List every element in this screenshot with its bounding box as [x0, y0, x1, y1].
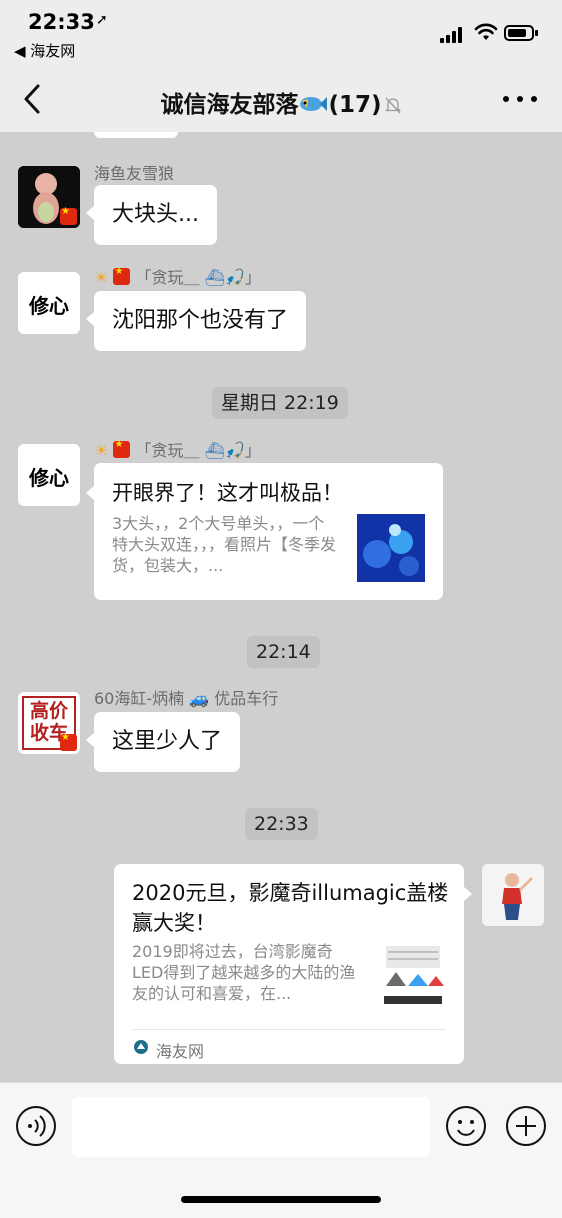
- signal-icon: [440, 27, 466, 43]
- voice-icon[interactable]: [15, 1105, 57, 1147]
- message-bubble[interactable]: 大块头...: [86, 185, 217, 245]
- card-description: 2019即将过去，台湾影魔奇LED得到了越来越多的大陆的渔友的认可和喜爱，在..…: [132, 942, 356, 1003]
- avatar-image: [482, 864, 544, 926]
- time-separator: 22:14: [247, 636, 320, 668]
- avatar-logo-text: 修心: [29, 466, 69, 490]
- card-title: 2020元旦，影魔奇illumagic盖楼赢大奖！: [132, 881, 449, 935]
- group-name: 诚信海友部落: [160, 92, 299, 118]
- status-bar: 22:33 ➚ ◀ 海友网: [0, 0, 562, 66]
- partial-message-bubble: [94, 132, 178, 138]
- message-bubble[interactable]: 这里少人了: [85, 712, 241, 772]
- message-input[interactable]: [72, 1097, 430, 1157]
- china-flag-icon: [113, 266, 131, 285]
- avatar-logo-text: 修心: [29, 294, 69, 318]
- sender-name: 60海缸-炳楠 🚙 优品车行: [94, 685, 278, 709]
- sun-emoji-icon: ☀: [94, 268, 109, 287]
- wifi-icon: [474, 23, 498, 40]
- sender-name-text: 「贪玩＿: [135, 441, 200, 460]
- link-card[interactable]: 开眼界了！这才叫极品！ 3大头，，2个大号单头，，一个特大头双连，，，看照片【冬…: [86, 463, 443, 600]
- source-logo-icon: [134, 1040, 148, 1054]
- avatar[interactable]: [482, 864, 544, 926]
- sender-name-text: 60海缸-炳楠: [94, 689, 185, 708]
- mute-bell-icon: [384, 97, 401, 114]
- time-separator: 星期日 22:19: [212, 387, 348, 419]
- car-emoji-icon: 🚙: [189, 689, 210, 708]
- china-flag-icon: [113, 439, 131, 458]
- china-flag-icon: [60, 206, 77, 225]
- emoji-icon[interactable]: [445, 1105, 487, 1147]
- more-icon[interactable]: [503, 96, 539, 104]
- plus-icon[interactable]: [505, 1105, 547, 1147]
- boat-emoji-icon: ⛴: [204, 441, 225, 460]
- fish-emoji-icon: [300, 97, 328, 111]
- chat-area[interactable]: 海鱼友雪狼 大块头... 修心 ☀ 「贪玩＿ ⛴🎣」 沈阳那个也没有了 星期日 …: [0, 132, 562, 1082]
- card-description: 3大头，，2个大号单头，，一个特大头双连，，，看照片【冬季发货，包装大，...: [112, 514, 337, 575]
- back-to-app-link[interactable]: ◀ 海友网: [14, 40, 75, 61]
- avatar[interactable]: 高价收车: [18, 692, 80, 754]
- china-flag-icon: [60, 732, 77, 751]
- boat-emoji-icon: ⛴: [204, 268, 225, 287]
- location-arrow-icon: ➚: [96, 12, 108, 28]
- avatar[interactable]: [18, 166, 80, 228]
- sender-name: ☀ 「贪玩＿ ⛴🎣」: [94, 264, 261, 288]
- sender-name-text: 「贪玩＿: [135, 268, 200, 287]
- card-title: 开眼界了！这才叫极品！: [112, 481, 343, 505]
- avatar[interactable]: 修心: [18, 444, 80, 506]
- nav-bar: 诚信海友部落 (17): [0, 66, 562, 132]
- status-time: 22:33: [28, 10, 95, 34]
- sun-emoji-icon: ☀: [94, 441, 109, 460]
- sender-name-suffix: 优品车行: [214, 689, 279, 708]
- card-divider: [132, 1029, 446, 1030]
- chat-title: 诚信海友部落 (17): [0, 85, 562, 119]
- card-thumbnail: [357, 514, 425, 582]
- link-card[interactable]: 2020元旦，影魔奇illumagic盖楼赢大奖！ 2019即将过去，台湾影魔奇…: [114, 864, 472, 1064]
- home-indicator[interactable]: [181, 1196, 381, 1203]
- sender-name: ☀ 「贪玩＿ ⛴🎣」: [94, 437, 261, 461]
- card-thumbnail: [378, 942, 448, 1012]
- message-bubble[interactable]: 沈阳那个也没有了: [85, 291, 307, 351]
- card-source: 海友网: [156, 1042, 205, 1061]
- sender-name: 海鱼友雪狼: [94, 164, 175, 183]
- battery-icon: [504, 25, 538, 41]
- time-separator: 22:33: [245, 808, 318, 840]
- fishing-emoji-icon: 🎣: [224, 441, 245, 460]
- fishing-emoji-icon: 🎣: [224, 268, 245, 287]
- avatar[interactable]: 修心: [18, 272, 80, 334]
- member-count: (17): [328, 92, 382, 118]
